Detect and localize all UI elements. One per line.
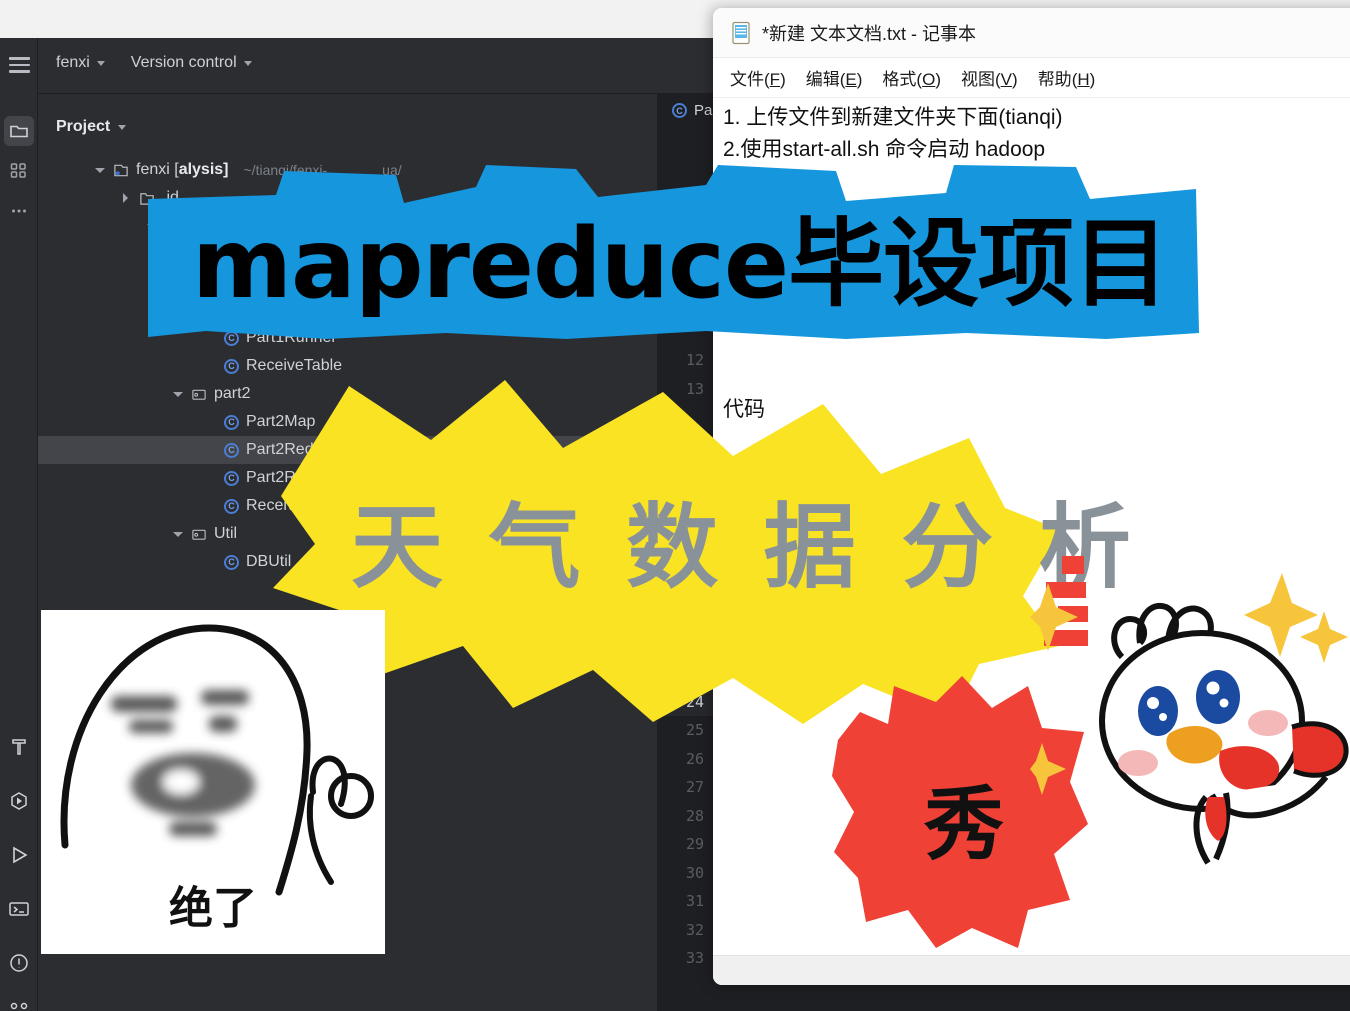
screenshot-root: fenxi Version control Project fenxi [aly… bbox=[0, 0, 1350, 1011]
menu-item-edit[interactable]: 编辑(E) bbox=[806, 65, 863, 90]
line-number: 27 bbox=[685, 778, 704, 796]
chevron-right-icon[interactable] bbox=[120, 192, 132, 204]
project-module-icon bbox=[114, 164, 128, 176]
run-icon[interactable] bbox=[4, 840, 34, 870]
chevron-down-icon bbox=[96, 60, 105, 66]
menu-item-file[interactable]: 文件(F) bbox=[730, 65, 786, 90]
line-number: 28 bbox=[685, 806, 704, 825]
menu-item-project-name[interactable]: fenxi bbox=[56, 54, 105, 72]
line-number: 12 bbox=[685, 351, 704, 369]
java-class-icon: C bbox=[224, 554, 239, 570]
sticker-blue-banner: mapreduce毕设项目 bbox=[146, 163, 1201, 341]
project-folder-icon[interactable] bbox=[4, 116, 34, 146]
menu-item-format[interactable]: 格式(O) bbox=[882, 65, 941, 90]
java-class-icon: C bbox=[224, 498, 239, 514]
chevron-down-icon[interactable] bbox=[172, 528, 184, 540]
more-tool-windows-icon[interactable] bbox=[4, 196, 34, 226]
notepad-titlebar[interactable]: *新建 文本文档.txt - 记事本 bbox=[713, 8, 1350, 58]
chevron-down-icon bbox=[243, 60, 252, 66]
menu-item-version-control[interactable]: Version control bbox=[131, 54, 252, 72]
java-class-icon: C bbox=[224, 358, 239, 374]
line-number: 33 bbox=[685, 949, 704, 967]
terminal-icon[interactable] bbox=[4, 894, 34, 924]
chevron-down-icon[interactable] bbox=[172, 388, 184, 400]
yellow-burst-text: 天 气 数 据 分 析 bbox=[351, 497, 1141, 599]
structure-icon[interactable] bbox=[4, 156, 34, 186]
package-icon bbox=[192, 529, 206, 540]
tree-label: Util bbox=[214, 525, 238, 542]
hamburger-menu-icon[interactable] bbox=[9, 57, 30, 74]
git-branch-icon[interactable] bbox=[4, 996, 34, 1011]
menu-item-view[interactable]: 视图(V) bbox=[961, 65, 1018, 90]
menu-label: fenxi bbox=[56, 54, 90, 71]
tree-label: part2 bbox=[214, 385, 251, 402]
notepad-line: 2.使用start-all.sh 命令启动 hadoop bbox=[723, 138, 1046, 161]
java-class-icon: C bbox=[224, 442, 239, 458]
ide-left-toolbar-rail bbox=[0, 38, 38, 1011]
sticker-meme-image: 绝了 bbox=[41, 610, 385, 954]
notepad-statusbar bbox=[713, 955, 1350, 985]
blue-banner-text: mapreduce毕设项目 bbox=[192, 208, 1169, 320]
project-panel-header[interactable]: Project bbox=[56, 118, 127, 136]
chevron-down-icon[interactable] bbox=[94, 164, 106, 176]
meme-caption: 绝了 bbox=[169, 884, 257, 933]
tree-row-receivetable-1[interactable]: C ReceiveTable bbox=[38, 352, 658, 380]
project-panel-title: Project bbox=[56, 118, 111, 135]
editor-tab[interactable]: C Pa bbox=[672, 102, 712, 119]
sticker-bird-mascot bbox=[1030, 573, 1349, 865]
notepad-title-text: *新建 文本文档.txt - 记事本 bbox=[762, 23, 977, 44]
notepad-icon bbox=[732, 21, 750, 44]
build-hammer-icon[interactable] bbox=[4, 732, 34, 762]
red-badge-text: 秀 bbox=[924, 780, 1004, 869]
line-number: 32 bbox=[685, 920, 704, 939]
java-class-icon: C bbox=[224, 470, 239, 486]
menu-item-help[interactable]: 帮助(H) bbox=[1038, 65, 1096, 90]
java-class-icon: C bbox=[224, 414, 239, 430]
chevron-down-icon bbox=[118, 124, 127, 130]
package-icon bbox=[192, 389, 206, 400]
menu-label: Version control bbox=[130, 54, 237, 71]
problems-icon[interactable] bbox=[4, 948, 34, 978]
run-with-coverage-icon[interactable] bbox=[4, 786, 34, 816]
line-number: 30 bbox=[685, 863, 704, 882]
notepad-line: 1. 上传文件到新建文件夹下面(tianqi) bbox=[723, 106, 1063, 129]
tree-label: ReceiveTable bbox=[246, 357, 343, 374]
line-number: 31 bbox=[685, 892, 704, 910]
editor-tab-label: Pa bbox=[694, 102, 713, 119]
line-number: 29 bbox=[685, 835, 704, 853]
notepad-menubar: 文件(F) 编辑(E) 格式(O) 视图(V) 帮助(H) bbox=[713, 58, 1350, 98]
java-class-icon: C bbox=[672, 103, 687, 118]
ide-menu-row: fenxi Version control bbox=[56, 54, 252, 72]
line-number: 26 bbox=[685, 749, 704, 768]
